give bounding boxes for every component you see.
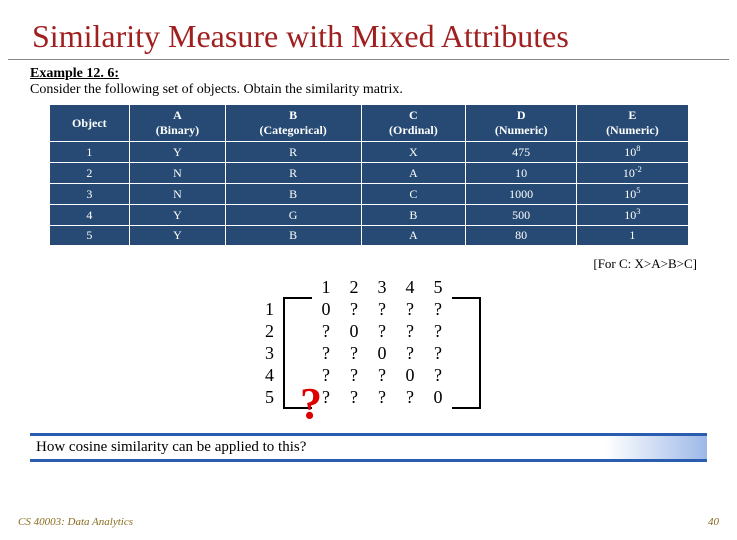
data-table: Object A(Binary) B(Categorical) C(Ordina… bbox=[49, 104, 689, 246]
table-row: 2 N R A 10 10-2 bbox=[49, 163, 688, 184]
matrix-cell: 0 bbox=[396, 364, 424, 386]
cell: B bbox=[225, 226, 361, 246]
footer-left: CS 40003: Data Analytics bbox=[18, 516, 133, 528]
cell: 1 bbox=[577, 226, 688, 246]
similarity-matrix: 1 2 3 4 5 1 0 ? ? ? ? 2 ? 0 ? ? ? 3 ? bbox=[0, 276, 737, 409]
th-a: A(Binary) bbox=[130, 105, 225, 142]
matrix-col-hdr: 2 bbox=[340, 276, 368, 298]
matrix-cell: ? bbox=[396, 386, 424, 408]
matrix-row-hdr: 5 bbox=[256, 386, 284, 408]
matrix-cell: ? bbox=[312, 386, 340, 408]
matrix-row-hdr: 2 bbox=[256, 320, 284, 342]
matrix-cell: ? bbox=[424, 364, 452, 386]
table-header-row: Object A(Binary) B(Categorical) C(Ordina… bbox=[49, 105, 688, 142]
cell: Y bbox=[130, 205, 225, 226]
matrix-cell: ? bbox=[424, 320, 452, 342]
cell: 4 bbox=[49, 205, 130, 226]
matrix-cell: ? bbox=[312, 342, 340, 364]
cell: C bbox=[361, 184, 465, 205]
cell: 1 bbox=[49, 142, 130, 163]
th-d: D(Numeric) bbox=[466, 105, 577, 142]
cell: A bbox=[361, 226, 465, 246]
th-e: E(Numeric) bbox=[577, 105, 688, 142]
cell: 2 bbox=[49, 163, 130, 184]
matrix-cell: ? bbox=[340, 386, 368, 408]
cell: B bbox=[361, 205, 465, 226]
cell: 1000 bbox=[466, 184, 577, 205]
cell: 103 bbox=[577, 205, 688, 226]
matrix-cell: ? bbox=[396, 320, 424, 342]
cell: 3 bbox=[49, 184, 130, 205]
cell: R bbox=[225, 163, 361, 184]
matrix-cell: 0 bbox=[368, 342, 396, 364]
matrix-row-hdr: 3 bbox=[256, 342, 284, 364]
matrix-cell: ? bbox=[396, 298, 424, 320]
matrix-row-hdr: 4 bbox=[256, 364, 284, 386]
cell: Y bbox=[130, 142, 225, 163]
cell: N bbox=[130, 184, 225, 205]
matrix-cell: 0 bbox=[312, 298, 340, 320]
cell: A bbox=[361, 163, 465, 184]
cell: N bbox=[130, 163, 225, 184]
table-row: 5 Y B A 80 1 bbox=[49, 226, 688, 246]
example-text: Consider the following set of objects. O… bbox=[0, 82, 737, 98]
cell: 105 bbox=[577, 184, 688, 205]
ordinal-note: [For C: X>A>B>C] bbox=[0, 256, 737, 272]
cell: 5 bbox=[49, 226, 130, 246]
cell: 10 bbox=[466, 163, 577, 184]
matrix-cell: ? bbox=[312, 320, 340, 342]
matrix-cell: ? bbox=[424, 342, 452, 364]
matrix-cell: ? bbox=[340, 342, 368, 364]
cell: G bbox=[225, 205, 361, 226]
cell: B bbox=[225, 184, 361, 205]
table-row: 3 N B C 1000 105 bbox=[49, 184, 688, 205]
cell: 10-2 bbox=[577, 163, 688, 184]
matrix-cell: ? bbox=[312, 364, 340, 386]
matrix-cell: ? bbox=[368, 364, 396, 386]
cell: 80 bbox=[466, 226, 577, 246]
cell: R bbox=[225, 142, 361, 163]
matrix-cell: ? bbox=[340, 298, 368, 320]
example-label: Example 12. 6: bbox=[0, 66, 737, 82]
matrix-cell: ? bbox=[424, 298, 452, 320]
matrix-col-hdr: 5 bbox=[424, 276, 452, 298]
matrix-col-hdr: 1 bbox=[312, 276, 340, 298]
matrix-cell: ? bbox=[368, 320, 396, 342]
th-c: C(Ordinal) bbox=[361, 105, 465, 142]
th-object: Object bbox=[49, 105, 130, 142]
cell: 108 bbox=[577, 142, 688, 163]
matrix-col-hdr: 3 bbox=[368, 276, 396, 298]
cell: 500 bbox=[466, 205, 577, 226]
matrix-cell: ? bbox=[340, 364, 368, 386]
matrix-cell: ? bbox=[368, 386, 396, 408]
question-bar: How cosine similarity can be applied to … bbox=[30, 433, 707, 462]
slide-title: Similarity Measure with Mixed Attributes bbox=[8, 0, 729, 60]
footer: CS 40003: Data Analytics 40 bbox=[18, 516, 719, 528]
matrix-row-hdr: 1 bbox=[256, 298, 284, 320]
cell: 475 bbox=[466, 142, 577, 163]
matrix-cell: ? bbox=[396, 342, 424, 364]
matrix-cell: 0 bbox=[340, 320, 368, 342]
th-b: B(Categorical) bbox=[225, 105, 361, 142]
cell: Y bbox=[130, 226, 225, 246]
matrix-cell: 0 bbox=[424, 386, 452, 408]
table-row: 1 Y R X 475 108 bbox=[49, 142, 688, 163]
table-row: 4 Y G B 500 103 bbox=[49, 205, 688, 226]
matrix-cell: ? bbox=[368, 298, 396, 320]
cell: X bbox=[361, 142, 465, 163]
matrix-col-hdr: 4 bbox=[396, 276, 424, 298]
page-number: 40 bbox=[708, 516, 719, 528]
